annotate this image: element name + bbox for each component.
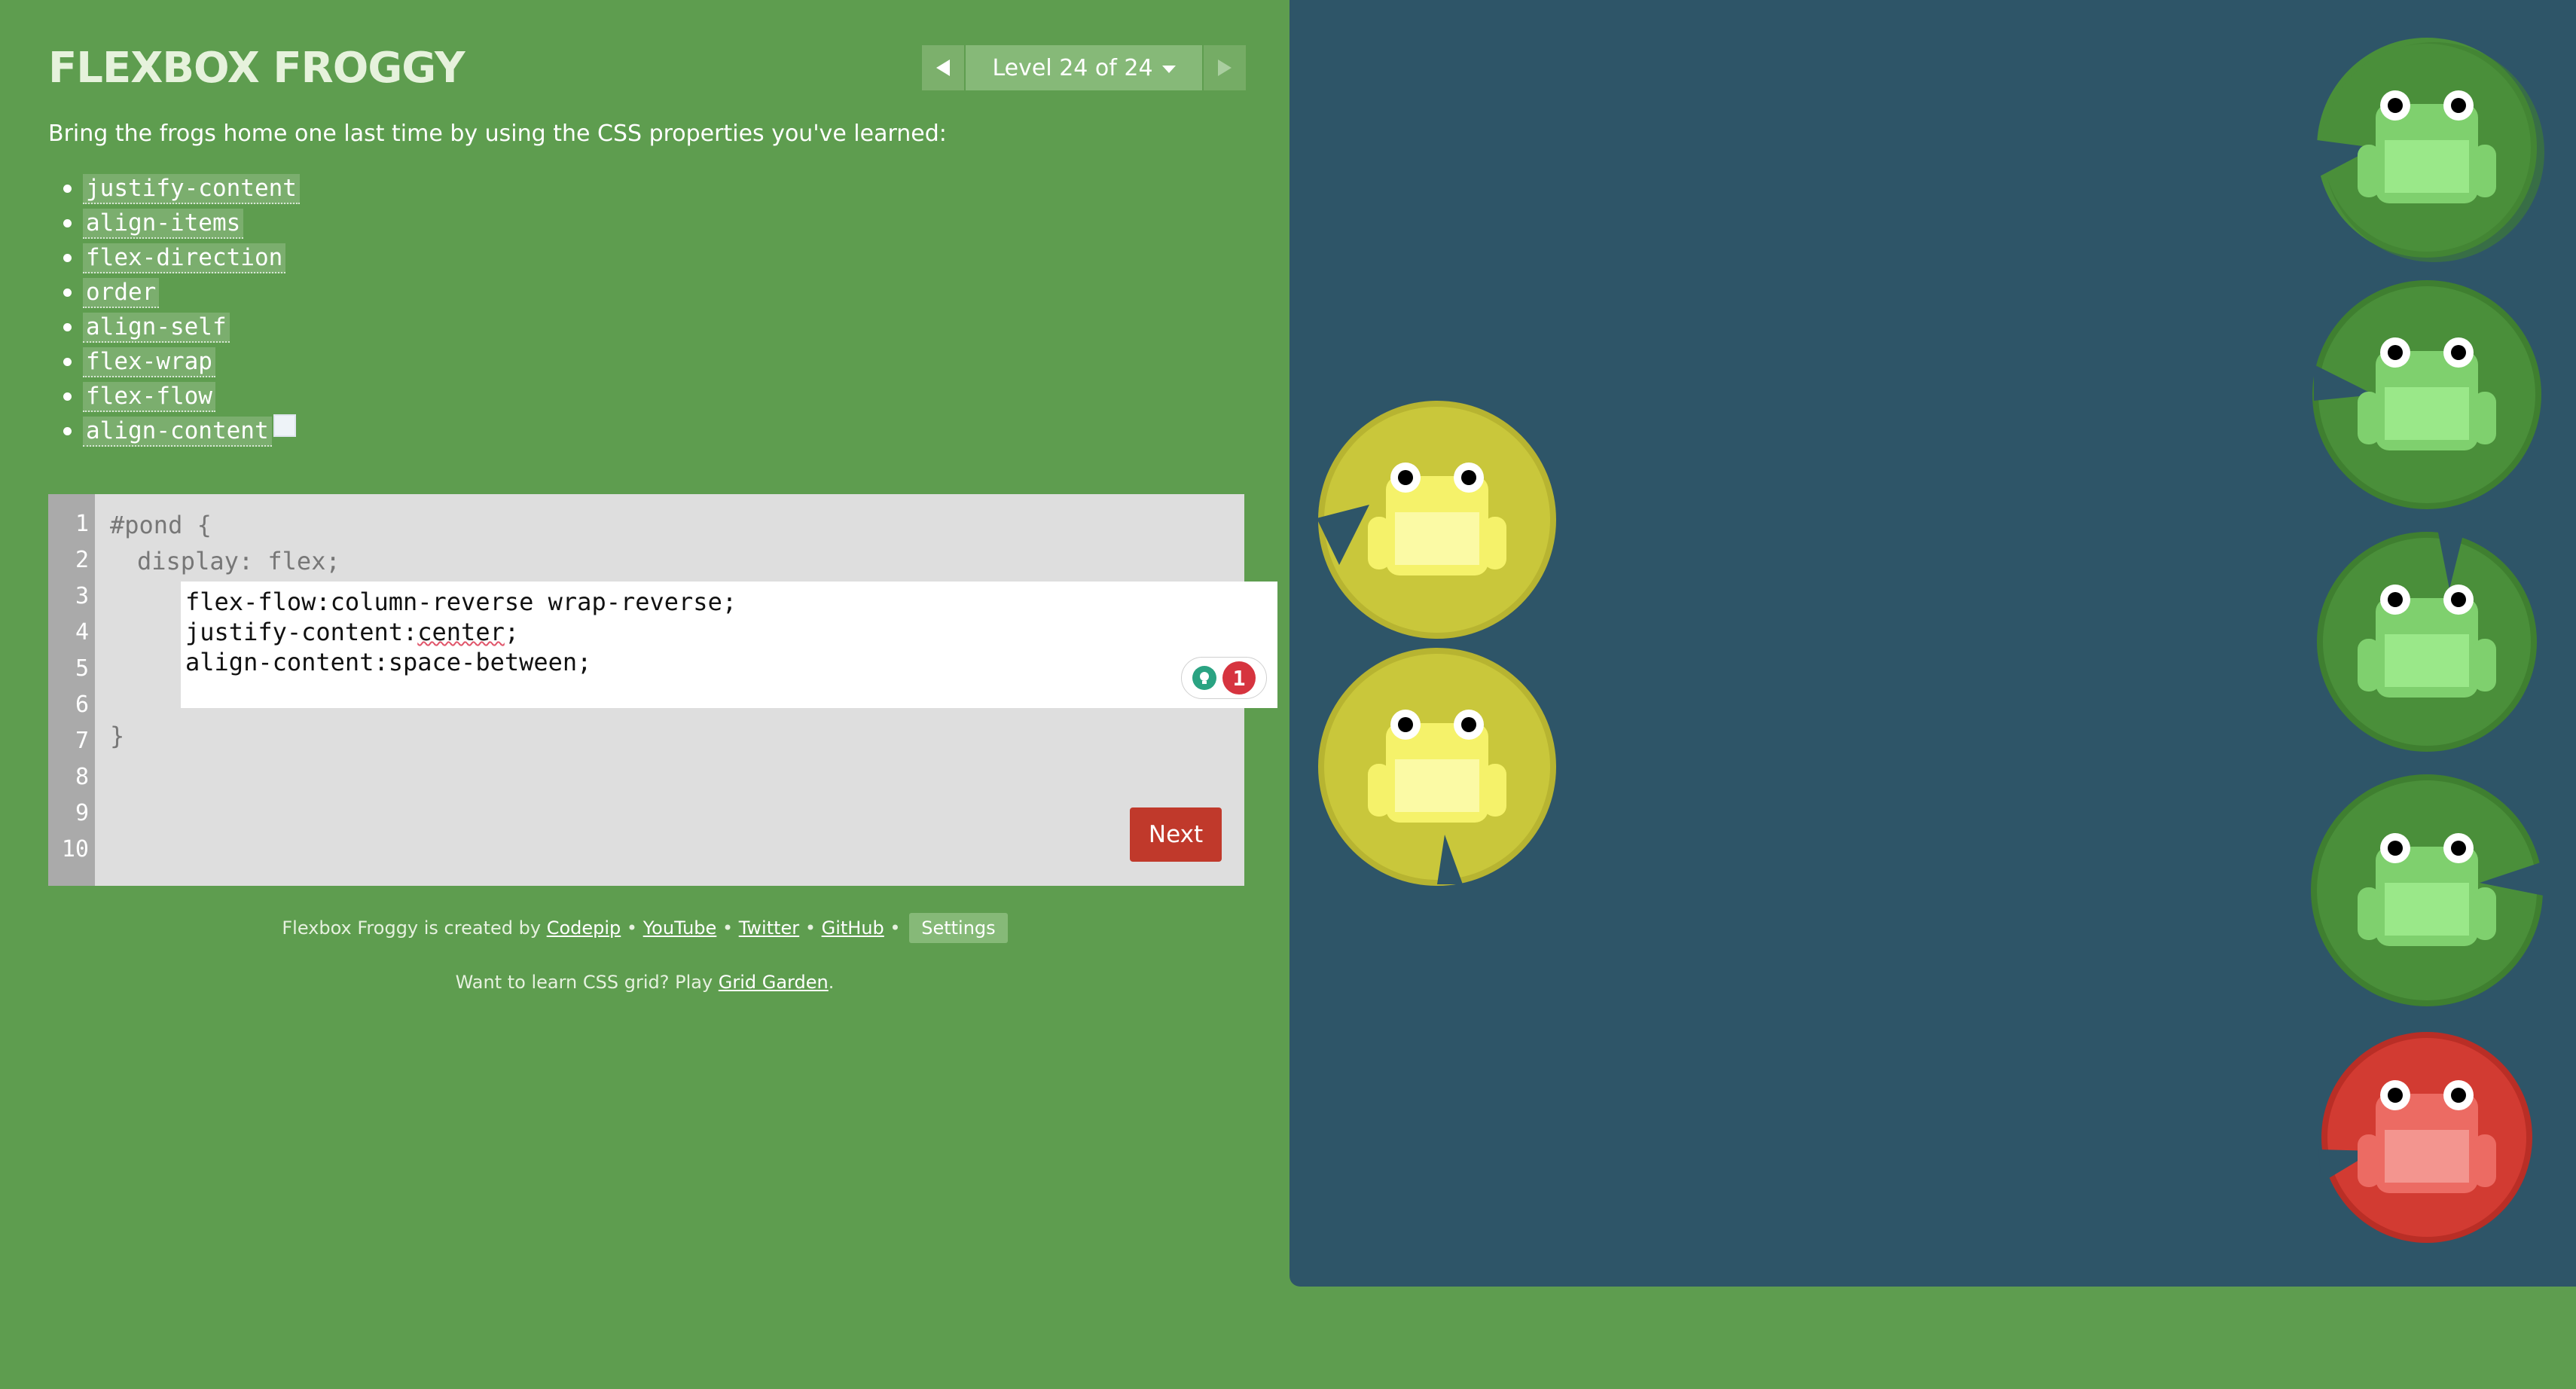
line-number: 9 <box>75 800 89 826</box>
next-level-arrow-button[interactable] <box>1204 45 1246 90</box>
property-help-link[interactable]: justify-content <box>83 174 300 204</box>
grid-garden-link[interactable]: Grid Garden <box>719 972 829 993</box>
chevron-down-icon <box>1161 66 1176 73</box>
property-help-link[interactable]: flex-wrap <box>83 347 215 377</box>
input-text: justify-content: <box>185 618 418 646</box>
input-text: ; <box>504 618 520 646</box>
broken-image-icon <box>273 414 296 437</box>
css-code-input[interactable]: flex-flow:column-reverse wrap-reverse; j… <box>181 582 1277 708</box>
separator: • <box>890 917 901 939</box>
credit-text: Flexbox Froggy is created by <box>282 917 542 939</box>
line-number: 3 <box>75 583 89 609</box>
list-item: flex-wrap <box>63 345 300 380</box>
list-item: align-content <box>63 414 300 449</box>
input-line: align-content:space-between; <box>185 648 592 676</box>
code-area: #pond { display: flex; flex-flow:column-… <box>95 494 1277 886</box>
issue-count-badge: 1 <box>1222 661 1256 694</box>
line-number: 4 <box>75 619 89 646</box>
separator: • <box>626 917 638 939</box>
line-number: 8 <box>75 764 89 790</box>
spellcheck-word: center <box>417 618 505 646</box>
settings-button[interactable]: Settings <box>909 913 1008 943</box>
code-editor: 1 2 3 4 5 6 7 8 9 10 #pond { display: fl… <box>48 494 1277 886</box>
level-navigation: Level 24 of 24 <box>922 45 1246 90</box>
list-item: flex-flow <box>63 380 300 414</box>
twitter-link[interactable]: Twitter <box>739 917 799 939</box>
code-line-selector: #pond { <box>110 511 212 539</box>
instructions-text: Bring the frogs home one last time by us… <box>48 121 947 147</box>
promo-period: . <box>828 972 835 993</box>
pond <box>1290 0 2576 1287</box>
line-numbers: 1 2 3 4 5 6 7 8 9 10 <box>48 494 95 886</box>
youtube-link[interactable]: YouTube <box>643 917 717 939</box>
property-help-link[interactable]: order <box>83 278 160 308</box>
level-label: Level 24 of 24 <box>992 54 1153 81</box>
line-number: 7 <box>75 728 89 754</box>
line-number: 5 <box>75 655 89 682</box>
property-help-link[interactable]: flex-flow <box>83 382 215 412</box>
line-number: 2 <box>75 547 89 573</box>
previous-level-button[interactable] <box>922 45 964 90</box>
code-line-closing: } <box>110 722 125 750</box>
property-help-link[interactable]: flex-direction <box>83 243 286 273</box>
property-help-link[interactable]: align-items <box>83 209 244 239</box>
line-number: 10 <box>61 836 89 862</box>
list-item: align-items <box>63 206 300 241</box>
list-item: flex-direction <box>63 241 300 276</box>
codepip-link[interactable]: Codepip <box>547 917 621 939</box>
arrow-left-icon <box>936 60 950 76</box>
credits: Flexbox Froggy is created by Codepip • Y… <box>0 913 1290 943</box>
github-link[interactable]: GitHub <box>822 917 884 939</box>
line-number: 1 <box>75 511 89 537</box>
input-line: flex-flow:column-reverse wrap-reverse; <box>185 588 737 616</box>
code-line-display: display: flex; <box>137 547 340 575</box>
level-dropdown[interactable]: Level 24 of 24 <box>966 45 1202 90</box>
separator: • <box>804 917 816 939</box>
css-property-list: justify-content align-items flex-directi… <box>63 172 300 449</box>
list-item: justify-content <box>63 172 300 206</box>
line-number: 6 <box>75 691 89 718</box>
promo-text: Want to learn CSS grid? Play <box>455 972 713 993</box>
next-button[interactable]: Next <box>1130 807 1222 862</box>
page-title: FLEXBOX FROGGY <box>48 44 465 93</box>
pond-board <box>1317 38 2547 1243</box>
property-help-link[interactable]: align-self <box>83 313 230 343</box>
grammar-checker-badge[interactable]: 1 <box>1181 657 1267 699</box>
lightbulb-icon <box>1192 666 1216 690</box>
separator: • <box>722 917 734 939</box>
arrow-right-icon <box>1218 60 1232 76</box>
list-item: order <box>63 276 300 310</box>
property-help-link[interactable]: align-content <box>83 417 272 447</box>
input-line: justify-content:center; <box>185 618 519 646</box>
grid-garden-promo: Want to learn CSS grid? Play Grid Garden… <box>0 972 1290 993</box>
list-item: align-self <box>63 310 300 345</box>
sidebar: FLEXBOX FROGGY Level 24 of 24 Bring the … <box>0 0 1290 1389</box>
